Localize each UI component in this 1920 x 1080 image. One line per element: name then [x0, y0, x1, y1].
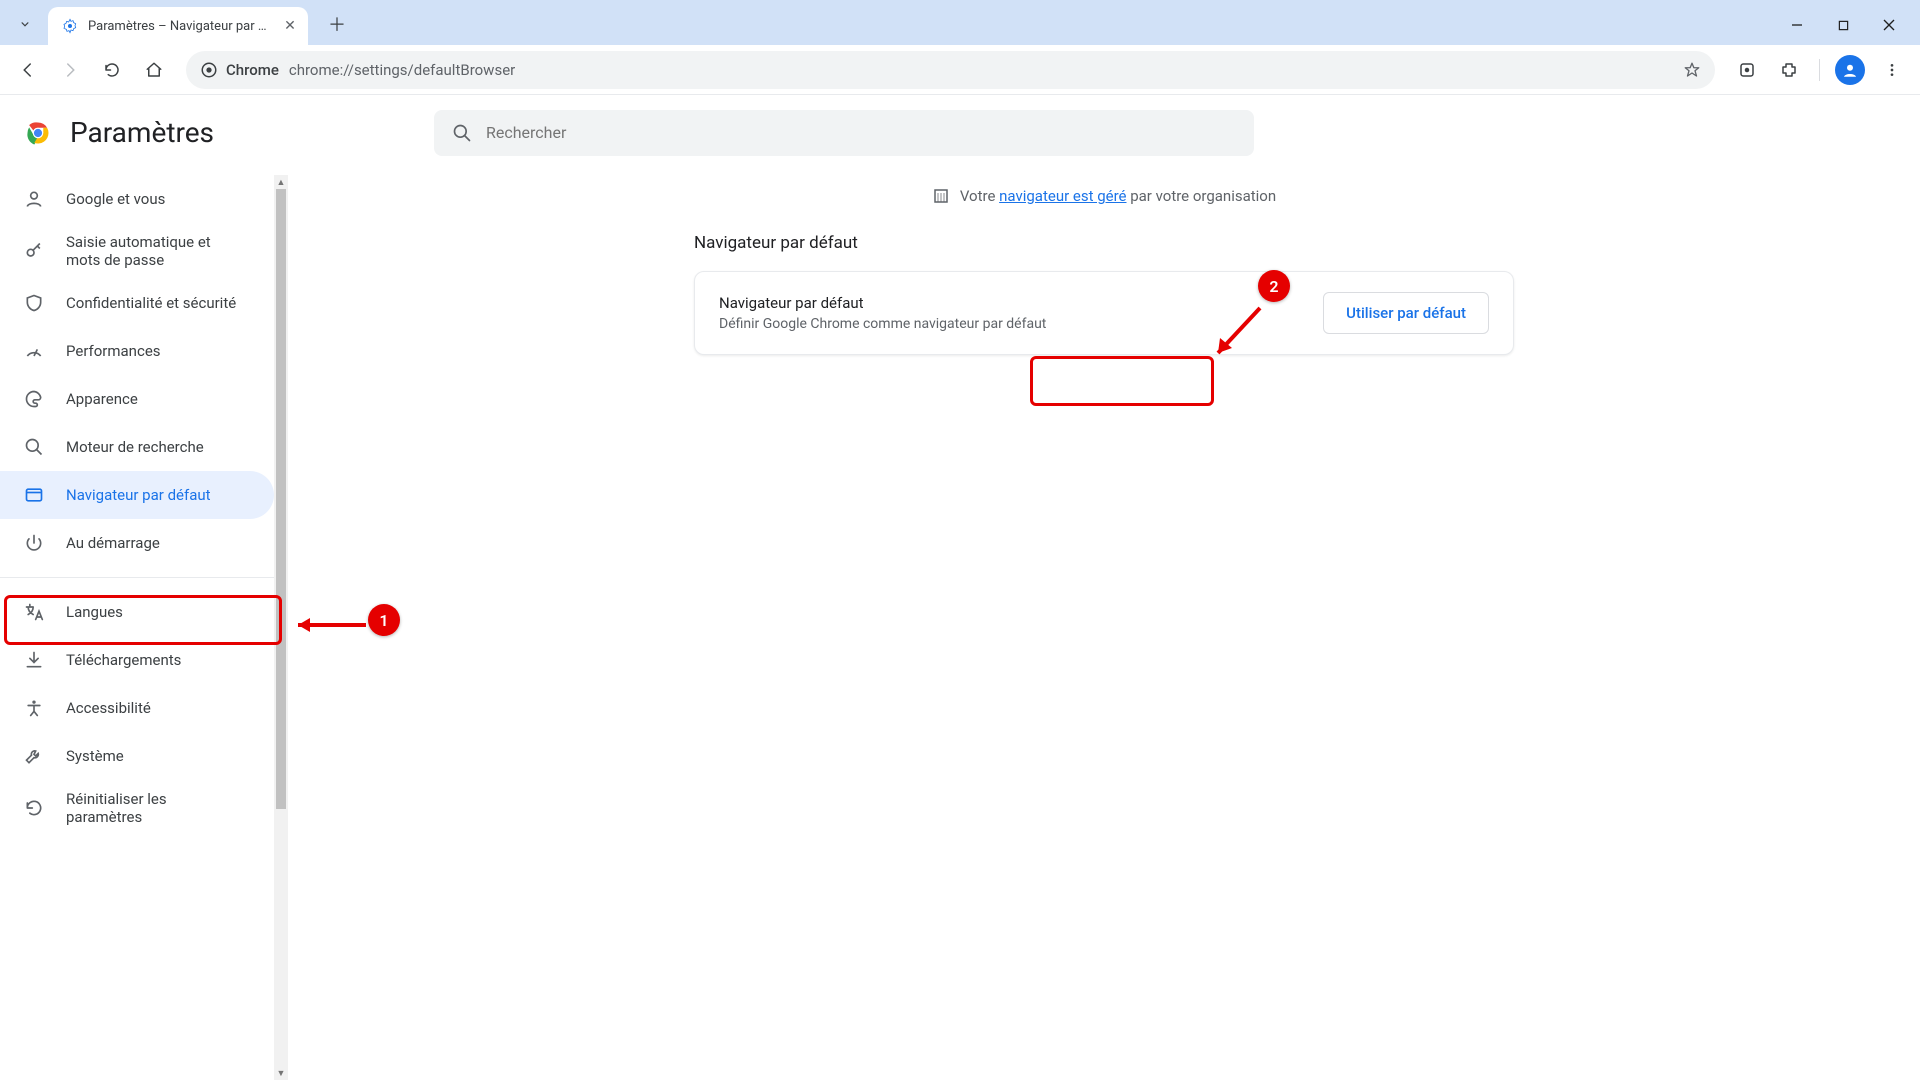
section-title: Navigateur par défaut: [694, 233, 1514, 253]
sidebar-item-autofill[interactable]: Saisie automatique et mots de passe: [0, 223, 274, 279]
wrench-icon: [24, 746, 44, 766]
key-icon: [24, 241, 44, 261]
sidebar-item-label: Moteur de recherche: [66, 438, 204, 456]
tab-title: Paramètres – Navigateur par dé: [88, 19, 272, 34]
settings-header: Paramètres: [0, 95, 1920, 170]
browser-tab[interactable]: Paramètres – Navigateur par dé ✕: [48, 7, 308, 45]
search-input[interactable]: [486, 123, 1236, 142]
window-maximize-button[interactable]: [1820, 9, 1866, 41]
make-default-button[interactable]: Utiliser par défaut: [1323, 292, 1489, 334]
browser-toolbar: Chrome chrome://settings/defaultBrowser: [0, 45, 1920, 95]
bookmark-button[interactable]: [1683, 61, 1701, 79]
search-icon: [24, 437, 44, 457]
power-icon: [24, 533, 44, 553]
tab-close-button[interactable]: ✕: [282, 18, 298, 34]
sidebar-item-accessibility[interactable]: Accessibilité: [0, 684, 274, 732]
extensions-button[interactable]: [1771, 52, 1807, 88]
sidebar-divider: [0, 577, 274, 578]
settings-main: Votre navigateur est géré par votre orga…: [288, 95, 1920, 1080]
sidebar-item-languages[interactable]: Langues: [0, 588, 274, 636]
sidebar-item-label: Performances: [66, 342, 161, 360]
annotation-arrow-1: [286, 610, 376, 640]
url-text: chrome://settings/defaultBrowser: [289, 61, 515, 79]
sidebar-item-reset[interactable]: Réinitialiser les paramètres: [0, 780, 274, 836]
search-icon: [452, 123, 472, 143]
chrome-logo-icon: [24, 119, 52, 147]
building-icon: [932, 187, 950, 205]
reset-icon: [24, 798, 44, 818]
managed-link[interactable]: navigateur est géré: [999, 187, 1126, 205]
sidebar-item-label: Accessibilité: [66, 699, 151, 717]
menu-button[interactable]: [1874, 52, 1910, 88]
annotation-arrow-2: [1200, 298, 1280, 378]
sidebar-item-default-browser[interactable]: Navigateur par défaut: [0, 471, 274, 519]
forward-button[interactable]: [52, 52, 88, 88]
card-subtitle: Définir Google Chrome comme navigateur p…: [719, 316, 1046, 332]
window-minimize-button[interactable]: [1774, 9, 1820, 41]
settings-sidebar: Google et vous Saisie automatique et mot…: [0, 95, 288, 1080]
sidebar-item-appearance[interactable]: Apparence: [0, 375, 274, 423]
window-titlebar: Paramètres – Navigateur par dé ✕ ＋: [0, 0, 1920, 45]
avatar-icon: [1841, 61, 1859, 79]
url-scheme-label: Chrome: [226, 61, 279, 79]
annotation-badge-2: 2: [1258, 270, 1290, 302]
sidebar-item-label: Navigateur par défaut: [66, 486, 211, 504]
new-tab-button[interactable]: ＋: [322, 9, 352, 39]
sidebar-item-system[interactable]: Système: [0, 732, 274, 780]
separator: [1819, 59, 1820, 81]
back-button[interactable]: [10, 52, 46, 88]
scrollbar-thumb[interactable]: [276, 189, 286, 809]
default-browser-card: Navigateur par défaut Définir Google Chr…: [694, 271, 1514, 355]
sidebar-item-performance[interactable]: Performances: [0, 327, 274, 375]
card-title: Navigateur par défaut: [719, 294, 1046, 312]
sidebar-item-privacy[interactable]: Confidentialité et sécurité: [0, 279, 274, 327]
sidebar-item-label: Saisie automatique et mots de passe: [66, 233, 226, 269]
sidebar-item-label: Langues: [66, 603, 123, 621]
settings-search[interactable]: [434, 110, 1254, 156]
window-close-button[interactable]: [1866, 9, 1912, 41]
sidebar-item-label: Réinitialiser les paramètres: [66, 790, 226, 826]
person-icon: [24, 189, 44, 209]
scrollbar-down-arrow[interactable]: ▼: [274, 1066, 288, 1080]
speedometer-icon: [24, 341, 44, 361]
accessibility-icon: [24, 698, 44, 718]
translate-icon: [24, 602, 44, 622]
sidebar-item-label: Apparence: [66, 390, 138, 408]
chrome-icon: [200, 61, 218, 79]
managed-notice: Votre navigateur est géré par votre orga…: [932, 187, 1276, 205]
home-button[interactable]: [136, 52, 172, 88]
sidebar-item-you-and-google[interactable]: Google et vous: [0, 175, 274, 223]
reload-button[interactable]: [94, 52, 130, 88]
shield-icon: [24, 293, 44, 313]
annotation-badge-1: 1: [368, 604, 400, 636]
address-bar[interactable]: Chrome chrome://settings/defaultBrowser: [186, 51, 1715, 89]
palette-icon: [24, 389, 44, 409]
sidebar-item-label: Google et vous: [66, 190, 165, 208]
managed-prefix: Votre: [960, 187, 999, 205]
managed-suffix: par votre organisation: [1127, 187, 1277, 205]
sidebar-item-on-startup[interactable]: Au démarrage: [0, 519, 274, 567]
browser-icon: [24, 485, 44, 505]
tab-search-button[interactable]: [8, 7, 42, 41]
sidebar-item-label: Au démarrage: [66, 534, 160, 552]
scrollbar-up-arrow[interactable]: ▲: [274, 175, 288, 189]
sidebar-item-search-engine[interactable]: Moteur de recherche: [0, 423, 274, 471]
sidebar-item-label: Téléchargements: [66, 651, 181, 669]
download-icon: [24, 650, 44, 670]
sidebar-item-label: Système: [66, 747, 124, 765]
extension-icon[interactable]: [1729, 52, 1765, 88]
settings-icon: [62, 18, 78, 34]
chevron-down-icon: [18, 17, 32, 31]
page-title: Paramètres: [70, 116, 214, 149]
sidebar-item-label: Confidentialité et sécurité: [66, 294, 236, 312]
profile-button[interactable]: [1832, 52, 1868, 88]
sidebar-item-downloads[interactable]: Téléchargements: [0, 636, 274, 684]
